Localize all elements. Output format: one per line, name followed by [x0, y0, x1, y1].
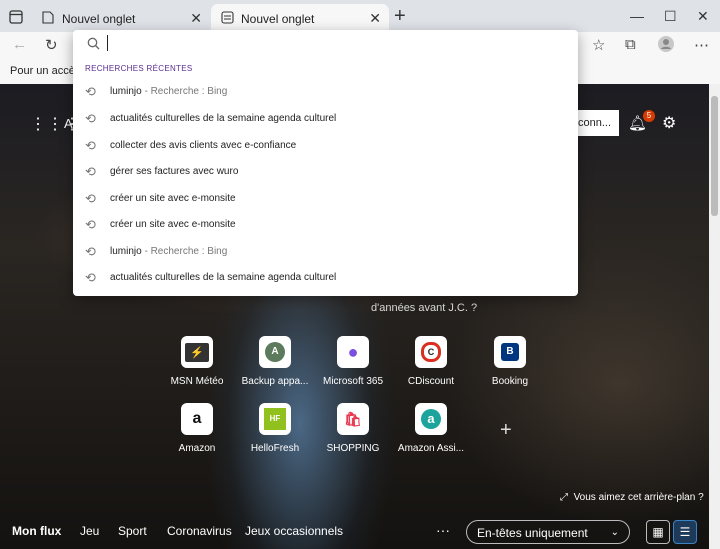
suggestion-item[interactable]: ⟲ collecter des avis clients avec e-conf…: [73, 134, 578, 158]
add-quick-link-icon[interactable]: +: [500, 419, 512, 442]
quick-link-label: CDiscount: [407, 376, 455, 387]
back-icon[interactable]: ←: [12, 36, 27, 53]
feed-layout-select[interactable]: En-têtes uniquement ⌄: [466, 520, 630, 544]
more-icon[interactable]: ···: [436, 522, 450, 538]
suggestion-source: - Recherche : Bing: [144, 246, 228, 257]
suggestion-text: gérer ses factures avec wuro: [110, 166, 239, 177]
new-tab-icon[interactable]: +: [394, 6, 406, 26]
chevron-down-icon: ⌄: [610, 527, 619, 538]
suggestion-item[interactable]: ⟲ créer un site avec e-monsite: [73, 187, 578, 211]
hellofresh-icon: HF: [259, 403, 291, 435]
history-icon: ⟲: [85, 111, 96, 126]
suggestion-text: actualités culturelles de la semaine age…: [110, 113, 337, 124]
address-input[interactable]: [107, 35, 551, 55]
search-icon: [87, 37, 100, 53]
minimize-icon[interactable]: —: [630, 8, 644, 24]
suggestion-source: - Recherche : Bing: [144, 86, 228, 97]
nav-coronavirus[interactable]: Coronavirus: [167, 524, 232, 538]
cdiscount-icon: C: [415, 336, 447, 368]
suggestion-text: collecter des avis clients avec e-confia…: [110, 140, 297, 151]
quick-link-shopping[interactable]: 🛍 SHOPPING: [313, 403, 393, 454]
background-caption[interactable]: d'années avant J.C. ?: [371, 302, 477, 314]
quick-link-amazon-assistant[interactable]: a Amazon Assi...: [391, 403, 471, 454]
collections-icon[interactable]: ⧉: [625, 36, 636, 53]
quick-link-booking[interactable]: B Booking: [470, 336, 550, 387]
quick-link-msn-meteo[interactable]: ⚡ MSN Météo: [157, 336, 237, 387]
gear-icon[interactable]: ⚙: [662, 113, 676, 133]
tab-1-title: Nouvel onglet: [62, 12, 136, 26]
quick-link-label: HelloFresh: [250, 443, 300, 454]
booking-icon: B: [494, 336, 526, 368]
new-tab-page-icon: [221, 11, 234, 27]
quick-link-label: Booking: [491, 376, 529, 387]
nav-my-feed[interactable]: Mon flux: [12, 524, 61, 538]
amazon-icon: a: [181, 403, 213, 435]
close-icon[interactable]: ✕: [190, 10, 202, 27]
quick-link-label: Microsoft 365: [322, 376, 384, 387]
tab-2[interactable]: Nouvel onglet ✕: [211, 4, 389, 32]
suggestion-text: luminjo: [110, 86, 142, 97]
nav-sport[interactable]: Sport: [118, 524, 147, 538]
scrollbar-thumb[interactable]: [711, 96, 718, 216]
favorites-icon[interactable]: ☆: [592, 36, 605, 54]
suggestion-text: créer un site avec e-monsite: [110, 193, 236, 204]
notification-badge: 5: [643, 110, 655, 122]
microsoft-365-icon: ●: [337, 336, 369, 368]
quick-link-label: Amazon: [178, 443, 216, 454]
background-feedback-label: Vous aimez cet arrière-plan ?: [573, 492, 704, 503]
maximize-icon[interactable]: ☐: [664, 8, 677, 25]
ntp-heading-letter: A: [64, 116, 73, 131]
list-view-icon[interactable]: ☰: [673, 520, 697, 544]
suggestion-item[interactable]: ⟲ gérer ses factures avec wuro: [73, 160, 578, 184]
suggestion-item[interactable]: ⟲ luminjo - Recherche : Bing: [73, 80, 578, 104]
suggestion-text: actualités culturelles de la semaine age…: [110, 272, 337, 283]
history-icon: ⟲: [85, 84, 96, 99]
more-icon[interactable]: ⋯: [694, 36, 709, 54]
refresh-icon[interactable]: ↻: [45, 36, 58, 54]
tab-1[interactable]: Nouvel onglet ✕: [32, 4, 210, 32]
feed-layout-value: En-têtes uniquement: [477, 526, 588, 540]
quick-link-label: Amazon Assi...: [397, 443, 465, 454]
recent-searches-heading: RECHERCHES RÉCENTES: [85, 64, 193, 73]
quick-link-hellofresh[interactable]: HF HelloFresh: [235, 403, 315, 454]
window-close-icon[interactable]: ✕: [697, 8, 709, 25]
nav-casual-games[interactable]: Jeux occasionnels: [245, 524, 343, 538]
quick-link-cdiscount[interactable]: C CDiscount: [391, 336, 471, 387]
tab-2-title: Nouvel onglet: [241, 12, 315, 26]
quick-link-amazon[interactable]: a Amazon: [157, 403, 237, 454]
quick-link-label: Backup appa...: [241, 376, 309, 387]
tab-strip: Nouvel onglet ✕ Nouvel onglet ✕ + — ☐ ✕: [0, 0, 720, 32]
msn-meteo-icon: ⚡: [181, 336, 213, 368]
quick-link-label: SHOPPING: [326, 443, 380, 454]
history-icon: ⟲: [85, 270, 96, 285]
suggestion-text: créer un site avec e-monsite: [110, 219, 236, 230]
feed-nav: Mon flux Jeu Sport Coronavirus Jeux occa…: [0, 516, 709, 549]
background-feedback[interactable]: ⤢ Vous aimez cet arrière-plan ?: [560, 492, 704, 503]
expand-icon: ⤢: [560, 492, 568, 503]
history-icon: ⟲: [85, 191, 96, 206]
suggestion-text: luminjo: [110, 246, 142, 257]
history-icon: ⟲: [85, 138, 96, 153]
page-icon: [42, 11, 54, 27]
suggestion-item[interactable]: ⟲ luminjo - Recherche : Bing: [73, 240, 578, 264]
address-suggestions: RECHERCHES RÉCENTES ⟲ luminjo - Recherch…: [73, 30, 578, 296]
quick-link-microsoft-365[interactable]: ● Microsoft 365: [313, 336, 393, 387]
profile-icon[interactable]: [658, 36, 674, 56]
suggestion-item[interactable]: ⟲ actualités culturelles de la semaine a…: [73, 107, 578, 131]
quick-link-label: MSN Météo: [170, 376, 224, 387]
suggestion-item[interactable]: ⟲ créer un site avec e-monsite: [73, 213, 578, 237]
nav-game[interactable]: Jeu: [80, 524, 99, 538]
history-icon: ⟲: [85, 164, 96, 179]
shopping-bag-icon: 🛍: [337, 403, 369, 435]
backup-icon: A: [259, 336, 291, 368]
amazon-assistant-icon: a: [415, 403, 447, 435]
history-icon: ⟲: [85, 217, 96, 232]
quick-link-backup[interactable]: A Backup appa...: [235, 336, 315, 387]
tab-actions-icon[interactable]: [5, 7, 27, 27]
suggestion-item[interactable]: ⟲ actualités culturelles de la semaine a…: [73, 266, 578, 290]
history-icon: ⟲: [85, 244, 96, 259]
close-icon[interactable]: ✕: [369, 10, 381, 27]
text-cursor: [107, 35, 108, 51]
grid-view-icon[interactable]: ▦: [646, 520, 670, 544]
